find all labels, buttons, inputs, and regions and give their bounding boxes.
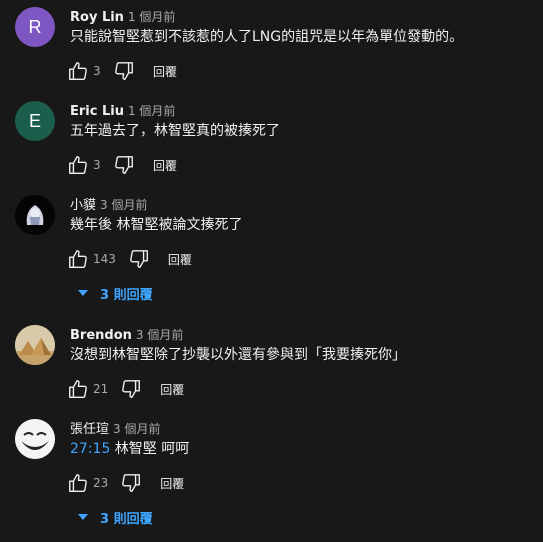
reply-button[interactable]: 回覆 — [153, 63, 177, 80]
comment-text: 27:15 林智堅 呵呵 — [70, 439, 189, 459]
thumbs-down-icon — [122, 380, 141, 398]
view-replies-button[interactable]: 3 則回覆 — [76, 507, 153, 527]
comment-header: Eric Liu 1 個月前 — [70, 101, 175, 119]
replies-count-label: 3 則回覆 — [100, 287, 153, 303]
thumbs-up-icon — [69, 474, 87, 492]
author-name[interactable]: Eric Liu — [70, 104, 124, 119]
comment-actions: 21 回覆 — [67, 377, 184, 401]
avatar[interactable]: E — [15, 101, 55, 141]
reply-button[interactable]: 回覆 — [160, 381, 184, 398]
comment-time[interactable]: 1 個月前 — [128, 104, 175, 118]
like-count: 23 — [93, 476, 109, 490]
reply-button[interactable]: 回覆 — [160, 475, 184, 492]
timestamp-link[interactable]: 27:15 — [70, 441, 110, 457]
dislike-button[interactable] — [128, 248, 150, 270]
avatar-image — [15, 325, 55, 365]
like-button[interactable]: 143 — [67, 248, 116, 270]
like-count: 3 — [93, 158, 101, 172]
comment-time[interactable]: 1 個月前 — [128, 10, 175, 24]
caret-down-icon — [78, 514, 88, 520]
comment-text: 只能說智堅惹到不該惹的人了LNG的詛咒是以年為單位發動的。 — [70, 29, 464, 45]
comment-text: 五年過去了，林智堅真的被揍死了 — [70, 123, 280, 139]
comment-header: 張任瑄 3 個月前 — [70, 419, 160, 437]
reply-button[interactable]: 回覆 — [153, 157, 177, 174]
avatar-letter: E — [28, 110, 41, 131]
avatar[interactable] — [15, 195, 55, 235]
author-name[interactable]: Brendon — [70, 328, 132, 343]
avatar-letter: R — [28, 16, 42, 37]
comment-actions: 3 回覆 — [67, 59, 177, 83]
thumbs-down-icon — [115, 62, 133, 80]
dislike-button[interactable] — [120, 472, 142, 494]
like-count: 143 — [93, 252, 116, 266]
thumbs-down-icon — [122, 474, 141, 492]
comment-text-body: 林智堅 呵呵 — [110, 441, 190, 457]
like-button[interactable]: 21 — [67, 378, 108, 400]
like-button[interactable]: 3 — [67, 60, 101, 82]
comment-time[interactable]: 3 個月前 — [113, 422, 160, 436]
dislike-button[interactable] — [113, 60, 135, 82]
comment-header: Brendon 3 個月前 — [70, 325, 183, 343]
like-button[interactable]: 23 — [67, 472, 108, 494]
thumbs-up-icon — [69, 62, 87, 80]
caret-down-icon — [78, 290, 88, 296]
avatar-image — [15, 195, 55, 235]
like-button[interactable]: 3 — [67, 154, 101, 176]
avatar[interactable] — [15, 419, 55, 459]
dislike-button[interactable] — [120, 378, 142, 400]
view-replies-button[interactable]: 3 則回覆 — [76, 283, 153, 303]
author-name[interactable]: 小貘 — [70, 198, 96, 213]
comment-text: 幾年後 林智堅被論文揍死了 — [70, 217, 243, 233]
comment-time[interactable]: 3 個月前 — [136, 328, 183, 342]
thumbs-up-icon — [69, 250, 87, 268]
avatar[interactable] — [15, 325, 55, 365]
like-count: 21 — [93, 382, 109, 396]
like-count: 3 — [93, 64, 101, 78]
comment-time[interactable]: 3 個月前 — [100, 198, 147, 212]
avatar[interactable]: R — [15, 7, 55, 47]
author-name[interactable]: Roy Lin — [70, 10, 124, 25]
comment-actions: 23 回覆 — [67, 471, 184, 495]
reply-button[interactable]: 回覆 — [168, 251, 192, 268]
comment-actions: 143 回覆 — [67, 247, 192, 271]
comment-text: 沒想到林智堅除了抄襲以外還有參與到「我要揍死你」 — [70, 347, 406, 363]
avatar-image — [15, 419, 55, 459]
comment-actions: 3 回覆 — [67, 153, 177, 177]
thumbs-down-icon — [115, 156, 133, 174]
thumbs-up-icon — [69, 156, 87, 174]
replies-count-label: 3 則回覆 — [100, 511, 153, 527]
comment-header: Roy Lin 1 個月前 — [70, 7, 175, 25]
dislike-button[interactable] — [113, 154, 135, 176]
comments-list: R Roy Lin 1 個月前 只能說智堅惹到不該惹的人了LNG的詛咒是以年為單位… — [0, 0, 543, 542]
author-name[interactable]: 張任瑄 — [70, 422, 109, 437]
thumbs-down-icon — [130, 250, 148, 268]
comment-header: 小貘 3 個月前 — [70, 195, 147, 213]
thumbs-up-icon — [69, 380, 87, 398]
